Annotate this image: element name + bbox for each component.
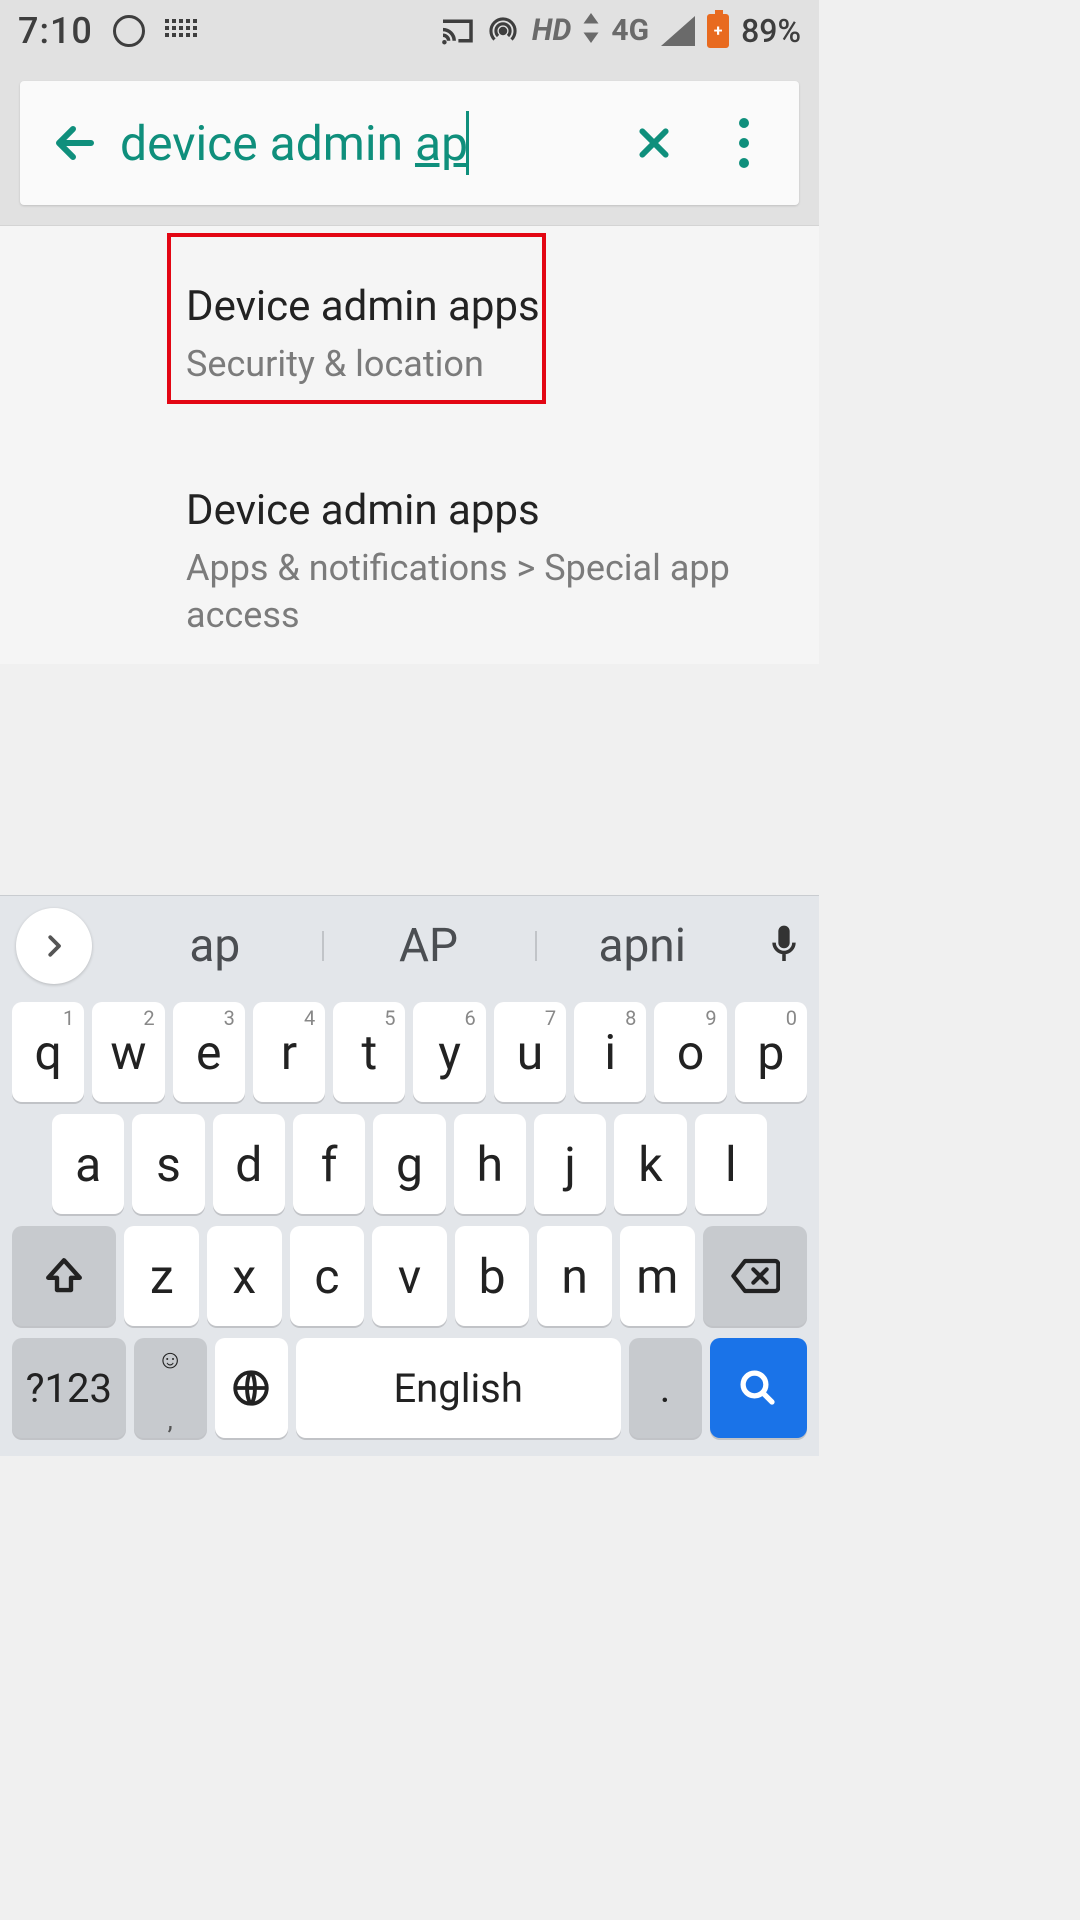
search-results: Device admin apps Security & location De… <box>0 226 819 664</box>
suggestion[interactable]: AP <box>322 919 536 973</box>
emoji-key[interactable]: ☺ , <box>134 1338 207 1438</box>
key-row-2: asdfghjkl <box>0 1108 819 1220</box>
key-y[interactable]: y6 <box>413 1002 485 1102</box>
shift-key[interactable] <box>12 1226 116 1326</box>
key-h[interactable]: h <box>454 1114 526 1214</box>
key-x[interactable]: x <box>207 1226 282 1326</box>
back-button[interactable] <box>30 119 120 167</box>
expand-suggestions-button[interactable] <box>16 908 92 984</box>
search-icon <box>737 1367 779 1409</box>
search-bar-container: device admin ap <box>0 61 819 226</box>
globe-icon <box>230 1367 272 1409</box>
key-c[interactable]: c <box>290 1226 365 1326</box>
smiley-icon: ☺ <box>157 1344 184 1375</box>
key-q[interactable]: q1 <box>12 1002 84 1102</box>
signal-icon <box>661 16 695 46</box>
suggestion[interactable]: ap <box>108 919 322 973</box>
data-arrows-icon <box>583 10 599 52</box>
suggestion[interactable]: apni <box>535 919 749 973</box>
key-s[interactable]: s <box>132 1114 204 1214</box>
status-bar: 7:10 HD 4G + 89% <box>0 0 819 61</box>
soft-keyboard: ap AP apni q1w2e3r4t5y6u7i8o9p0 asdfghjk… <box>0 895 819 1456</box>
key-i[interactable]: i8 <box>574 1002 646 1102</box>
key-u[interactable]: u7 <box>494 1002 566 1102</box>
search-result[interactable]: Device admin apps Apps & notifications >… <box>0 460 819 665</box>
key-row-1: q1w2e3r4t5y6u7i8o9p0 <box>0 996 819 1108</box>
comma-label: , <box>168 1406 173 1436</box>
cast-icon <box>440 17 474 45</box>
result-title: Device admin apps <box>186 282 789 331</box>
more-options-button[interactable] <box>699 118 789 168</box>
key-t[interactable]: t5 <box>333 1002 405 1102</box>
search-query-text: device admin ap <box>120 115 468 172</box>
battery-icon: + <box>707 14 729 48</box>
key-o[interactable]: o9 <box>654 1002 726 1102</box>
key-p[interactable]: p0 <box>735 1002 807 1102</box>
key-f[interactable]: f <box>293 1114 365 1214</box>
key-row-3: zxcvbnm <box>0 1220 819 1332</box>
key-w[interactable]: w2 <box>92 1002 164 1102</box>
search-input[interactable]: device admin ap <box>120 111 609 175</box>
key-k[interactable]: k <box>614 1114 686 1214</box>
key-g[interactable]: g <box>373 1114 445 1214</box>
voice-input-button[interactable] <box>749 922 819 970</box>
key-b[interactable]: b <box>455 1226 530 1326</box>
result-title: Device admin apps <box>186 486 789 535</box>
key-r[interactable]: r4 <box>253 1002 325 1102</box>
hd-icon: HD <box>532 13 571 48</box>
more-vert-icon <box>739 118 749 168</box>
result-subtitle: Apps & notifications > Special app acces… <box>186 545 789 639</box>
key-v[interactable]: v <box>372 1226 447 1326</box>
suggestion-row: ap AP apni <box>0 896 819 996</box>
key-z[interactable]: z <box>124 1226 199 1326</box>
result-subtitle: Security & location <box>186 341 789 388</box>
search-key[interactable] <box>710 1338 807 1438</box>
status-time: 7:10 <box>18 10 93 52</box>
hotspot-icon <box>486 14 520 48</box>
network-type: 4G <box>611 13 649 48</box>
keyboard-status-icon <box>165 19 203 43</box>
backspace-key[interactable] <box>703 1226 807 1326</box>
language-key[interactable] <box>215 1338 288 1438</box>
key-e[interactable]: e3 <box>173 1002 245 1102</box>
period-key[interactable]: . <box>629 1338 702 1438</box>
search-card: device admin ap <box>20 81 799 205</box>
battery-percent: 89% <box>741 12 801 50</box>
clear-button[interactable] <box>609 123 699 163</box>
status-circle-icon <box>113 15 145 47</box>
symbols-key[interactable]: ?123 <box>12 1338 126 1438</box>
text-caret <box>466 111 469 175</box>
key-d[interactable]: d <box>213 1114 285 1214</box>
search-result[interactable]: Device admin apps Security & location <box>0 256 819 414</box>
key-n[interactable]: n <box>537 1226 612 1326</box>
space-key[interactable]: English <box>296 1338 621 1438</box>
key-m[interactable]: m <box>620 1226 695 1326</box>
key-row-4: ?123 ☺ , English . <box>0 1332 819 1444</box>
key-j[interactable]: j <box>534 1114 606 1214</box>
key-l[interactable]: l <box>695 1114 767 1214</box>
key-a[interactable]: a <box>52 1114 124 1214</box>
